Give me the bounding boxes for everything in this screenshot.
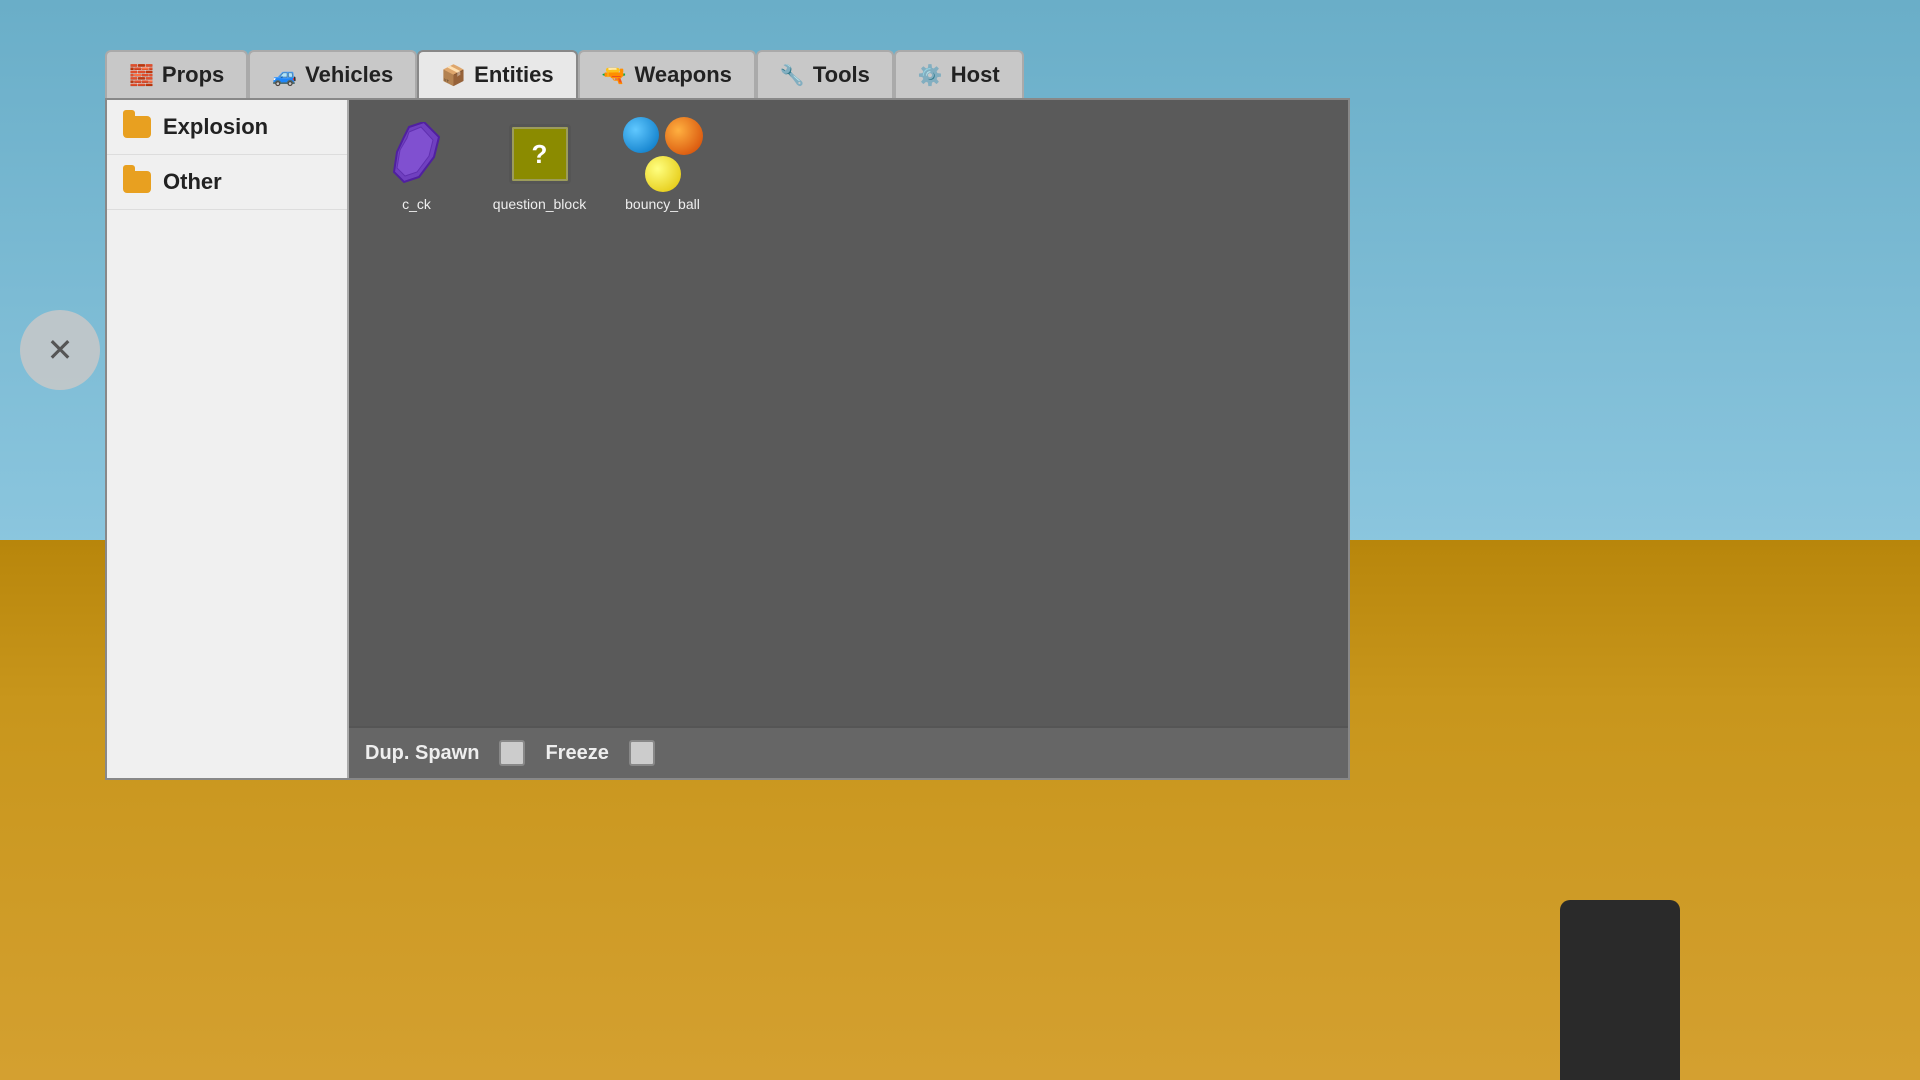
dup-spawn-label: Dup. Spawn: [365, 742, 479, 765]
host-icon: ⚙️: [918, 63, 943, 88]
tab-entities[interactable]: 📦 Entities: [417, 50, 577, 98]
ball-blue: [623, 117, 659, 153]
item-question-block[interactable]: ? question_block: [482, 110, 597, 220]
tab-host-label: Host: [951, 62, 1000, 88]
bouncy-ball-icon: [623, 117, 703, 192]
right-panel: c_ck ? question_block: [349, 100, 1348, 778]
gun-shape: [1560, 900, 1680, 1080]
question-block-label: question_block: [493, 196, 586, 212]
freeze-label: Freeze: [545, 742, 608, 765]
tab-host[interactable]: ⚙️ Host: [894, 50, 1024, 98]
tab-weapons-label: Weapons: [635, 62, 732, 88]
tab-tools-label: Tools: [813, 62, 870, 88]
props-icon: 🧱: [129, 63, 154, 88]
vehicles-icon: 🚙: [272, 63, 297, 88]
tab-vehicles-label: Vehicles: [305, 62, 393, 88]
sidebar: Explosion Other: [107, 100, 349, 778]
c-ck-icon-area: [361, 112, 472, 196]
ball-orange: [665, 117, 703, 155]
question-block-icon: ?: [509, 124, 571, 184]
sidebar-item-explosion-label: Explosion: [163, 114, 268, 140]
question-block-icon-area: ?: [484, 112, 595, 196]
item-c-ck[interactable]: c_ck: [359, 110, 474, 220]
tools-icon: 🔧: [780, 63, 805, 88]
sidebar-item-other-label: Other: [163, 169, 222, 195]
tab-weapons[interactable]: 🔫 Weapons: [578, 50, 756, 98]
tools-circle-icon[interactable]: ✕: [20, 310, 100, 390]
folder-icon-other: [123, 171, 151, 193]
folder-icon-explosion: [123, 116, 151, 138]
main-panel: 🧱 Props 🚙 Vehicles 📦 Entities 🔫 Weapons …: [105, 50, 1350, 780]
c-ck-icon: [389, 122, 444, 187]
sidebar-item-other[interactable]: Other: [107, 155, 347, 210]
content-area: Explosion Other: [105, 98, 1350, 780]
ball-yellow: [645, 156, 681, 192]
gun-hand: [1520, 880, 1720, 1080]
dup-spawn-checkbox[interactable]: [499, 740, 525, 766]
items-grid: c_ck ? question_block: [349, 100, 1348, 726]
c-ck-label: c_ck: [402, 196, 431, 212]
tab-props[interactable]: 🧱 Props: [105, 50, 248, 98]
bottom-bar: Dup. Spawn Freeze: [349, 726, 1348, 778]
grid-content: c_ck ? question_block: [359, 110, 1338, 220]
tab-vehicles[interactable]: 🚙 Vehicles: [248, 50, 417, 98]
tab-entities-label: Entities: [474, 62, 553, 88]
bouncy-ball-label: bouncy_ball: [625, 196, 700, 212]
tab-tools[interactable]: 🔧 Tools: [756, 50, 894, 98]
wrench-icon: ✕: [47, 331, 74, 369]
freeze-checkbox[interactable]: [629, 740, 655, 766]
item-bouncy-ball[interactable]: bouncy_ball: [605, 110, 720, 220]
entities-icon: 📦: [441, 63, 466, 88]
weapons-icon: 🔫: [602, 63, 627, 88]
bouncy-ball-icon-area: [607, 112, 718, 196]
tab-props-label: Props: [162, 62, 224, 88]
sidebar-item-explosion[interactable]: Explosion: [107, 100, 347, 155]
tab-bar: 🧱 Props 🚙 Vehicles 📦 Entities 🔫 Weapons …: [105, 50, 1350, 98]
